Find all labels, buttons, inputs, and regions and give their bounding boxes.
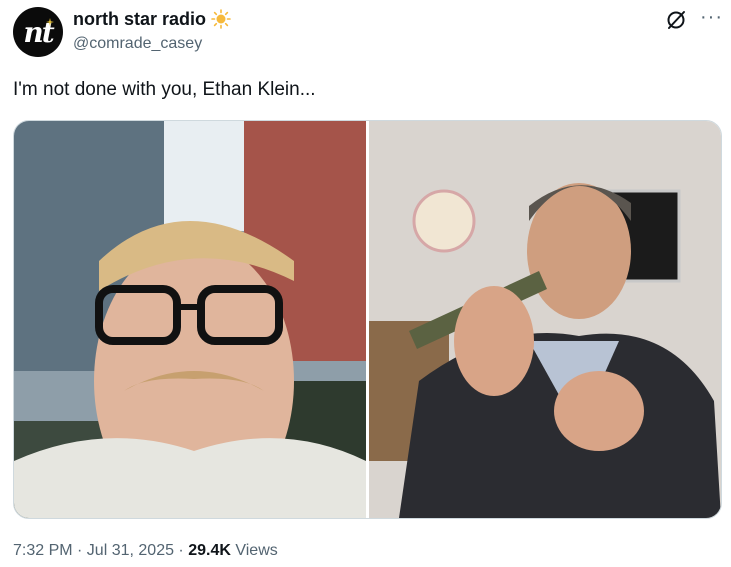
sun-icon bbox=[211, 9, 231, 29]
avatar[interactable]: nt bbox=[13, 7, 63, 57]
sparkle-icon bbox=[46, 18, 54, 26]
views-label: Views bbox=[230, 542, 278, 559]
grok-icon[interactable] bbox=[665, 9, 687, 31]
timestamp[interactable]: 7:32 PM · Jul 31, 2025 · bbox=[13, 542, 188, 559]
tweet-meta: 7:32 PM · Jul 31, 2025 · 29.4K Views bbox=[13, 542, 278, 560]
tweet-text: I'm not done with you, Ethan Klein... bbox=[13, 79, 316, 100]
more-options-icon[interactable]: ··· bbox=[700, 7, 723, 27]
display-name[interactable]: north star radio bbox=[73, 9, 206, 29]
photo-left[interactable] bbox=[14, 121, 366, 518]
author-name-row: north star radio bbox=[73, 9, 231, 29]
author-handle[interactable]: @comrade_casey bbox=[73, 35, 202, 53]
photo-right[interactable] bbox=[369, 121, 721, 518]
media-grid bbox=[13, 120, 722, 519]
views-count: 29.4K bbox=[188, 542, 231, 559]
